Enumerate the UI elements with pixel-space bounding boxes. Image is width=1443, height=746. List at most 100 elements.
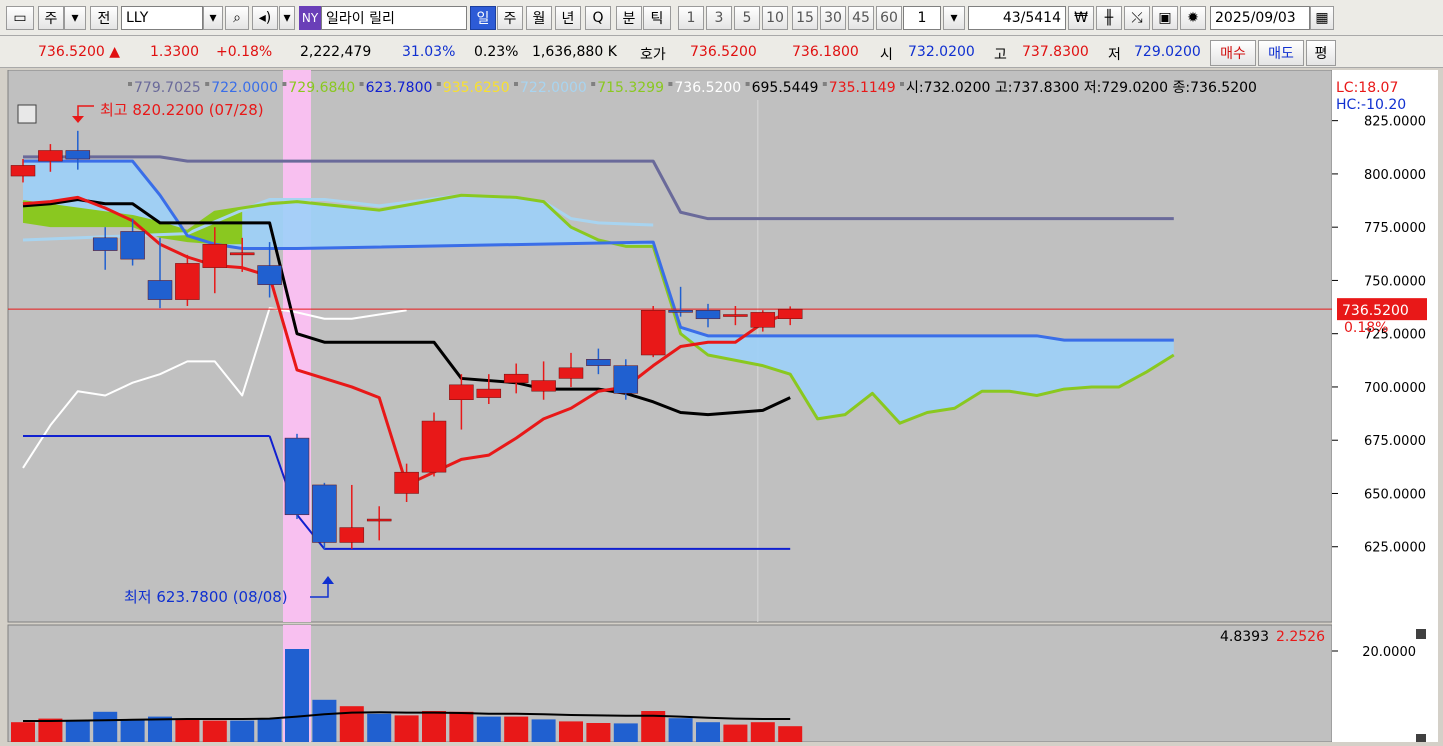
legend-marker-0 [128,82,132,86]
minute-tab-1[interactable]: 1 [678,6,704,30]
period-tab-1[interactable]: 주 [497,6,523,30]
legend-marker-7 [668,82,673,86]
volume-bar-7 [202,720,227,742]
chevron-down-icon[interactable]: ▾ [64,6,86,30]
period-select-button[interactable]: 주 [38,6,64,30]
sell-button[interactable]: 매도 [1258,40,1304,66]
volume-bar-2 [65,721,90,742]
prev-label: 전 [97,11,111,27]
legend-entry-10: 시:732.0200 고:737.8300 저:729.0200 종:736.5… [906,80,1257,96]
candle-body [92,237,118,251]
candle-11 [312,482,337,550]
high-annotation: 최고 820.2200 (07/28) [100,101,264,119]
period-tab-3[interactable]: 년 [555,6,581,30]
toolbar: ▭ 주 ▾ 전 LLY ▾ ⌕ ◂) ▾ NY 일라이 릴리 일주월년Q분틱 1… [0,0,1443,36]
tick-value-input[interactable]: 1 [903,6,941,30]
tick-dropdown-icon[interactable]: ▾ [943,6,965,30]
candle-body [750,312,776,328]
chart-area[interactable]: 825.0000 800.0000 775.0000 750.0000 725.0000… [6,69,1438,743]
speaker-icon[interactable]: ◂) [252,6,278,30]
y-tick-label-2: 775.0000 [1364,221,1426,236]
prev-button[interactable]: 전 [90,6,118,30]
hoga-label: 호가 [640,47,666,63]
won-icon[interactable]: ₩ [1068,6,1094,30]
low-annotation: 최저 623.7800 (08/08) [124,588,288,606]
minute-tab-30[interactable]: 30 [820,6,846,30]
volume-bar-9 [257,719,282,742]
candle-body [695,310,721,320]
volume-bar-21 [586,723,611,742]
volume-bar-1 [38,718,63,742]
open-price: 732.0200 [908,44,975,60]
counter-field[interactable]: 43/5414 [968,6,1066,30]
candle-body [120,231,145,260]
chart-svg[interactable]: 825.0000800.0000775.0000750.0000725.0000… [6,69,1438,743]
volume-bar-24 [668,718,693,742]
high-price: 737.8300 [1022,44,1089,60]
candle-body [394,471,419,494]
period-tab-2[interactable]: 월 [526,6,552,30]
legend-entry-0: 779.7025 [134,80,201,96]
exchange-badge-text: NY [301,11,319,25]
calendar-icon[interactable]: ▦ [1310,6,1334,30]
volume-panel-next-icon [1416,734,1426,742]
minute-tab-5[interactable]: 5 [734,6,760,30]
period-tab-0[interactable]: 일 [470,6,496,30]
legend-entry-9: 735.1149 [829,80,896,96]
low-label: 저 [1108,47,1121,63]
search-icon[interactable]: ⌕ [225,6,249,30]
volume-bar-26 [723,724,748,742]
minute-tab-3[interactable]: 3 [706,6,732,30]
counter-total: /5414 [1020,10,1061,26]
minute-tab-10[interactable]: 10 [762,6,788,30]
volume-bar-25 [696,722,720,742]
period-tab-5[interactable]: 분 [616,6,642,30]
y-tick-label-5: 700.0000 [1364,381,1426,396]
minute-tab-60[interactable]: 60 [876,6,902,30]
period-tab-6[interactable]: 틱 [643,6,671,30]
hc-label: HC:-10.20 [1336,97,1406,113]
volume-bar-13 [367,713,392,742]
turnover-pct: 0.23% [474,44,519,60]
period-tab-4[interactable]: Q [585,6,611,30]
candle-body [449,384,474,400]
candle-23 [640,306,666,358]
volume-bar-16 [449,711,474,742]
volume-bar-10 [285,649,309,742]
window-icon[interactable]: ▭ [6,6,34,30]
candle-body [202,243,228,268]
up-arrow-icon: ▲ [109,44,121,60]
buy-button[interactable]: 매수 [1210,40,1256,66]
line-draw-icon[interactable]: ⤯ [1124,6,1150,30]
volume-bar-8 [230,720,255,742]
counter-value: 43 [1002,10,1021,26]
speaker-dropdown-icon[interactable]: ▾ [279,6,295,30]
symbol-name-field[interactable]: 일라이 릴리 [321,6,467,30]
tick-value: 1 [917,10,927,26]
minute-tab-15[interactable]: 15 [792,6,818,30]
legend-entry-8: 695.5449 [752,80,819,96]
date-input[interactable]: 2025/09/03 [1210,6,1310,30]
minute-tab-45[interactable]: 45 [848,6,874,30]
grid-toggle-icon [17,104,37,124]
volume-bar-14 [394,715,419,742]
gear-icon[interactable]: ✹ [1180,6,1206,30]
candle-icon[interactable]: ╫ [1096,6,1122,30]
high-label: 고 [994,47,1007,63]
candle-body [65,150,91,160]
y-tick-label-8: 625.0000 [1364,541,1426,556]
legend-marker-1 [205,82,210,86]
candle-body [476,388,502,398]
symbol-dropdown-icon[interactable]: ▾ [203,6,223,30]
candle-body [668,310,693,313]
highlight-column [283,70,311,622]
current-price-tag: 736.5200 [1342,303,1409,319]
volume-bar-28 [778,726,803,742]
candle-body [503,373,529,383]
volume-legend-0: 4.8393 [1220,629,1269,645]
save-icon[interactable]: ▣ [1152,6,1178,30]
symbol-code-input[interactable]: LLY [121,6,203,30]
eval-button[interactable]: 평 [1306,40,1336,66]
candle-body [257,265,282,285]
legend-entry-2: 729.6840 [288,80,355,96]
